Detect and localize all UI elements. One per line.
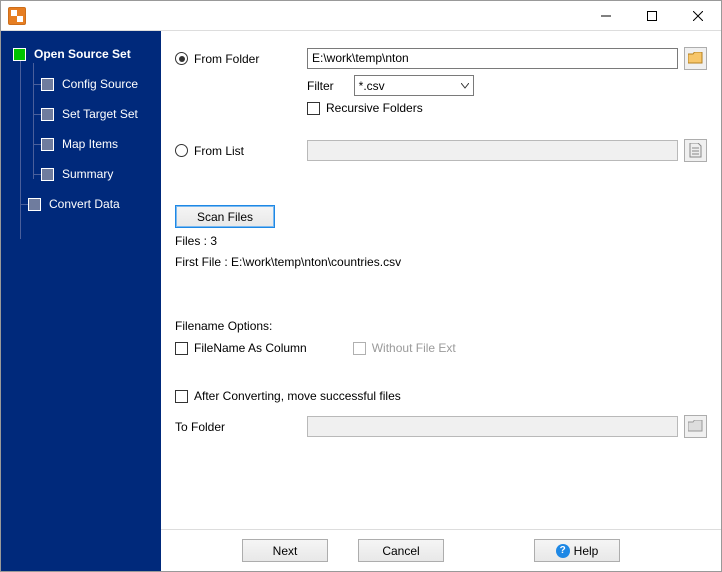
chevron-down-icon [461, 83, 469, 89]
help-button[interactable]: ? Help [534, 539, 620, 562]
step-pending-icon [41, 168, 54, 181]
from-folder-label: From Folder [194, 52, 259, 66]
file-icon [689, 143, 702, 158]
sidebar-item-summary[interactable]: Summary [1, 159, 161, 189]
from-list-radio[interactable] [175, 144, 188, 157]
minimize-button[interactable] [583, 1, 629, 31]
filter-combo[interactable]: *.csv [354, 75, 474, 96]
browse-to-folder-button[interactable] [684, 415, 707, 438]
sidebar-item-label: Summary [62, 167, 113, 181]
sidebar-item-set-target-set[interactable]: Set Target Set [1, 99, 161, 129]
to-folder-label: To Folder [175, 420, 235, 434]
recursive-label: Recursive Folders [326, 101, 423, 115]
scan-files-button[interactable]: Scan Files [175, 205, 275, 228]
without-ext-checkbox [353, 342, 366, 355]
browse-folder-button[interactable] [684, 47, 707, 70]
maximize-button[interactable] [629, 1, 675, 31]
step-active-icon [13, 48, 26, 61]
move-files-checkbox[interactable] [175, 390, 188, 403]
from-folder-radio[interactable] [175, 52, 188, 65]
window-titlebar [1, 1, 721, 31]
folder-icon [688, 52, 703, 65]
help-icon: ? [556, 544, 570, 558]
filter-label: Filter [307, 79, 334, 93]
sidebar-item-map-items[interactable]: Map Items [1, 129, 161, 159]
filename-options-heading: Filename Options: [175, 319, 272, 333]
step-pending-icon [41, 78, 54, 91]
sidebar-item-label: Map Items [62, 137, 118, 151]
files-count-text: Files : 3 [175, 234, 217, 248]
close-button[interactable] [675, 1, 721, 31]
step-pending-icon [41, 108, 54, 121]
filename-as-column-label: FileName As Column [194, 341, 307, 355]
sidebar-item-label: Open Source Set [34, 47, 131, 61]
filter-value: *.csv [359, 79, 385, 93]
browse-list-button[interactable] [684, 139, 707, 162]
wizard-sidebar: Open Source Set Config Source Set Target… [1, 31, 161, 571]
sidebar-item-label: Config Source [62, 77, 138, 91]
to-folder-input [307, 416, 678, 437]
next-button[interactable]: Next [242, 539, 328, 562]
recursive-checkbox[interactable] [307, 102, 320, 115]
folder-path-input[interactable]: E:\work\temp\nton [307, 48, 678, 69]
step-pending-icon [41, 138, 54, 151]
sidebar-item-label: Set Target Set [62, 107, 138, 121]
sidebar-item-convert-data[interactable]: Convert Data [1, 189, 161, 219]
cancel-button[interactable]: Cancel [358, 539, 444, 562]
from-list-label: From List [194, 144, 244, 158]
sidebar-item-config-source[interactable]: Config Source [1, 69, 161, 99]
without-ext-label: Without File Ext [372, 341, 456, 355]
app-icon [8, 7, 26, 25]
sidebar-item-open-source-set[interactable]: Open Source Set [1, 39, 161, 69]
first-file-text: First File : E:\work\temp\nton\countries… [175, 255, 401, 269]
step-pending-icon [28, 198, 41, 211]
sidebar-item-label: Convert Data [49, 197, 120, 211]
list-path-input [307, 140, 678, 161]
folder-icon [688, 420, 703, 433]
main-panel: From Folder E:\work\temp\nton Filter *.c… [161, 31, 721, 571]
move-files-label: After Converting, move successful files [194, 389, 401, 403]
filename-as-column-checkbox[interactable] [175, 342, 188, 355]
wizard-footer: Next Cancel ? Help [161, 529, 721, 571]
